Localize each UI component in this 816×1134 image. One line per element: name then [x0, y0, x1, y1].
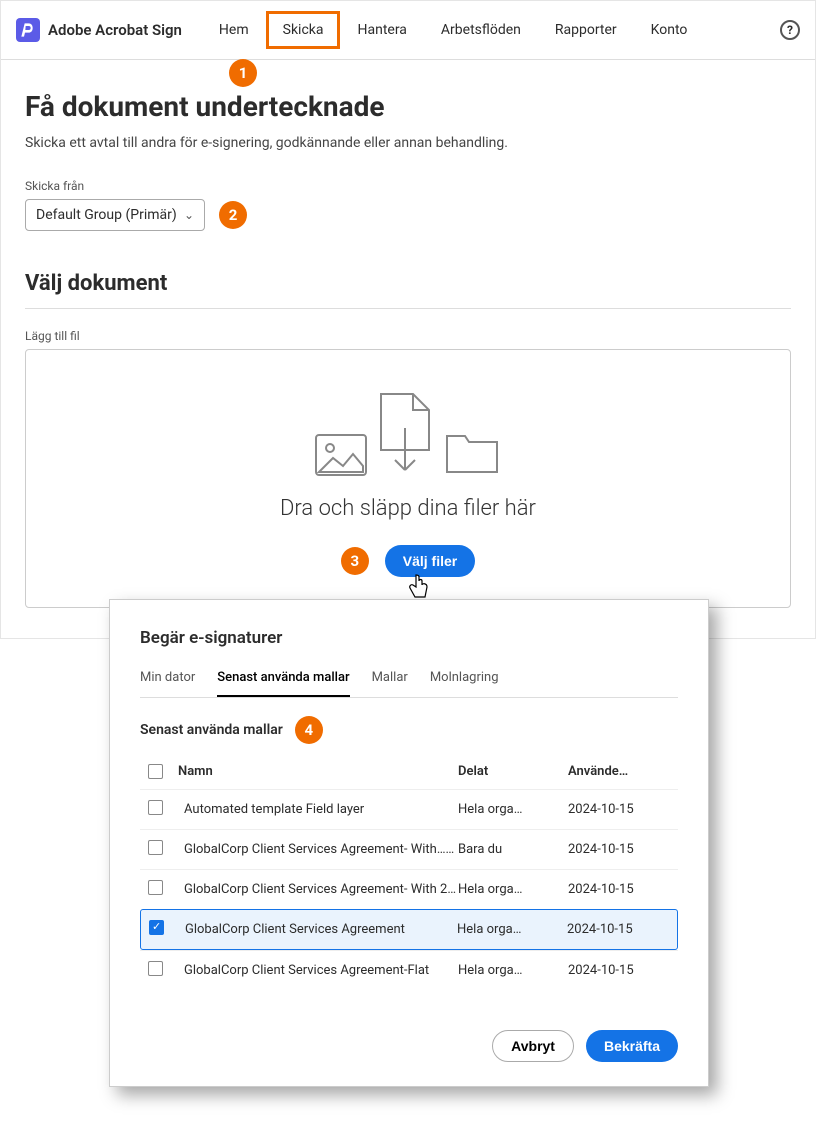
page-subtitle: Skicka ett avtal till andra för e-signer… [25, 135, 791, 151]
table-row[interactable]: Automated template Field layer Hela orga… [140, 789, 678, 829]
table-row[interactable]: GlobalCorp Client Services Agreement-Fla… [140, 950, 678, 990]
image-icon [315, 434, 367, 476]
row-checkbox[interactable] [148, 961, 163, 976]
confirm-button[interactable]: Bekräfta [586, 1030, 678, 1062]
table-row[interactable]: GlobalCorp Client Services Agreement- Wi… [140, 829, 678, 869]
row-checkbox[interactable] [148, 840, 163, 855]
template-shared: Hela orga… [458, 882, 568, 897]
tab-mallar[interactable]: Mallar [372, 666, 408, 697]
modal-footer: Avbryt Bekräfta [140, 1030, 678, 1062]
template-name: GlobalCorp Client Services Agreement-Fla… [178, 963, 458, 978]
nav-konto[interactable]: Konto [634, 11, 705, 49]
brand-logo: Adobe Acrobat Sign [16, 18, 182, 42]
brand-name: Adobe Acrobat Sign [48, 21, 182, 39]
col-used: Använde… [568, 764, 678, 783]
template-name: GlobalCorp Client Services Agreement- Wi… [178, 842, 458, 857]
app-header: Adobe Acrobat Sign Hem Skicka Hantera Ar… [1, 1, 815, 60]
tab-molnlagring[interactable]: Molnlagring [430, 666, 499, 697]
cancel-button[interactable]: Avbryt [492, 1030, 574, 1062]
chevron-down-icon: ⌄ [184, 208, 194, 222]
template-date: 2024-10-15 [567, 922, 677, 937]
file-picker-modal: Begär e-signaturer Min dator Senast anvä… [109, 599, 709, 1087]
nav-skicka[interactable]: Skicka [266, 11, 341, 49]
template-shared: Hela orga… [458, 802, 568, 817]
modal-section-title: Senast använda mallar [140, 722, 283, 738]
dropzone-illustration [46, 390, 770, 476]
tab-min-dator[interactable]: Min dator [140, 666, 195, 697]
add-file-label: Lägg till fil [25, 329, 791, 343]
callout-badge-2: 2 [219, 201, 247, 229]
file-download-icon [377, 390, 433, 476]
send-from-dropdown[interactable]: Default Group (Primär) ⌄ [25, 199, 205, 231]
nav-arbetsfloden[interactable]: Arbetsflöden [424, 11, 538, 49]
template-date: 2024-10-15 [568, 963, 678, 978]
template-shared: Hela orga… [458, 963, 568, 978]
nav-hem[interactable]: Hem [202, 11, 266, 49]
modal-tabs: Min dator Senast använda mallar Mallar M… [140, 666, 678, 698]
template-table-header: Namn Delat Använde… [140, 758, 678, 789]
nav-rapporter[interactable]: Rapporter [538, 11, 634, 49]
help-icon[interactable]: ? [780, 20, 800, 40]
col-shared: Delat [458, 764, 568, 783]
template-name: GlobalCorp Client Services Agreement [179, 922, 457, 937]
main-nav: Hem Skicka Hantera Arbetsflöden Rapporte… [202, 11, 705, 49]
page-title: Få dokument undertecknade [25, 90, 791, 123]
template-date: 2024-10-15 [568, 882, 678, 897]
template-shared: Hela orga… [457, 922, 567, 937]
row-checkbox[interactable] [149, 920, 164, 935]
dropzone-text: Dra och släpp dina filer här [46, 496, 770, 521]
nav-hantera[interactable]: Hantera [340, 11, 423, 49]
main-content: Få dokument undertecknade Skicka ett avt… [1, 60, 815, 638]
folder-icon [443, 430, 501, 476]
select-all-checkbox[interactable] [148, 764, 163, 779]
template-date: 2024-10-15 [568, 802, 678, 817]
template-name: Automated template Field layer [178, 802, 458, 817]
modal-title: Begär e-signaturer [140, 628, 678, 648]
send-from-label: Skicka från [25, 179, 791, 193]
file-dropzone[interactable]: Dra och släpp dina filer här 3 Välj file… [25, 349, 791, 608]
send-from-value: Default Group (Primär) [36, 207, 177, 223]
choose-files-button[interactable]: Välj filer [385, 545, 475, 577]
callout-badge-1: 1 [229, 59, 257, 87]
callout-badge-3: 3 [341, 547, 369, 575]
acrobat-logo-icon [16, 18, 40, 42]
tab-senast-anvanda-mallar[interactable]: Senast använda mallar [217, 666, 349, 697]
table-row[interactable]: GlobalCorp Client Services Agreement Hel… [140, 909, 678, 950]
template-shared: Bara du [458, 842, 568, 857]
row-checkbox[interactable] [148, 800, 163, 815]
col-name: Namn [178, 764, 458, 783]
table-row[interactable]: GlobalCorp Client Services Agreement- Wi… [140, 869, 678, 909]
select-documents-heading: Välj dokument [25, 271, 791, 309]
template-date: 2024-10-15 [568, 842, 678, 857]
row-checkbox[interactable] [148, 880, 163, 895]
template-name: GlobalCorp Client Services Agreement- Wi… [178, 882, 458, 897]
callout-badge-4: 4 [295, 716, 323, 744]
